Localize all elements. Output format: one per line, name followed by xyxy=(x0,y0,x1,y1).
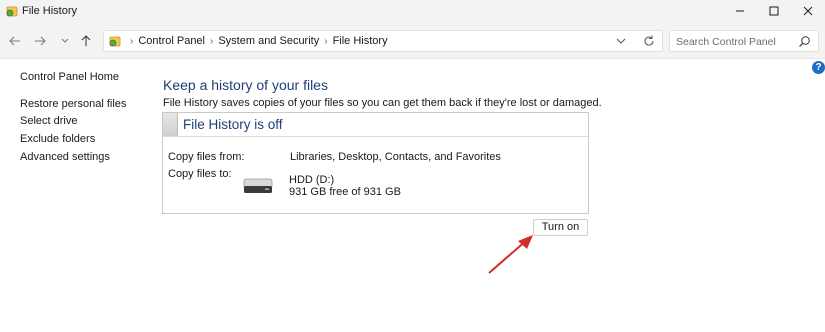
turn-on-button[interactable]: Turn on xyxy=(533,219,588,236)
refresh-icon[interactable] xyxy=(642,34,656,48)
drive-free-space: 931 GB free of 931 GB xyxy=(289,186,401,198)
up-arrow-icon xyxy=(81,35,91,46)
address-dropdown-icon[interactable] xyxy=(614,35,628,47)
address-bar[interactable]: › Control Panel › System and Security › … xyxy=(103,30,663,52)
breadcrumb-file-history[interactable]: File History xyxy=(333,35,388,47)
maximize-icon xyxy=(769,6,779,16)
forward-arrow-icon xyxy=(35,36,46,46)
forward-button[interactable] xyxy=(30,31,50,51)
minimize-button[interactable] xyxy=(723,0,757,22)
drive-name: HDD (D:) xyxy=(289,174,335,186)
close-icon xyxy=(803,6,813,16)
recent-chevron-icon xyxy=(61,38,69,43)
page-title: Keep a history of your files xyxy=(163,77,328,93)
back-button[interactable] xyxy=(5,31,25,51)
copy-to-label: Copy files to: xyxy=(168,168,232,180)
page-description: File History saves copies of your files … xyxy=(163,97,602,109)
red-annotation-arrow xyxy=(488,235,533,274)
search-placeholder: Search Control Panel xyxy=(676,36,776,48)
file-history-icon xyxy=(6,6,18,17)
sidebar-item-exclude-folders[interactable]: Exclude folders xyxy=(20,133,95,145)
copy-from-label: Copy files from: xyxy=(168,151,245,163)
file-history-panel: File History is off Copy files from: Lib… xyxy=(162,112,589,214)
status-heading: File History is off xyxy=(183,117,283,132)
breadcrumb-separator: › xyxy=(210,35,214,47)
minimize-icon xyxy=(736,10,744,12)
search-input[interactable]: Search Control Panel xyxy=(669,30,819,52)
breadcrumb-control-panel[interactable]: Control Panel xyxy=(138,35,205,47)
close-button[interactable] xyxy=(791,0,825,22)
navigation-bar: › Control Panel › System and Security › … xyxy=(0,22,825,59)
window-title: File History xyxy=(22,5,78,17)
panel-header-stripe xyxy=(163,113,178,136)
recent-locations-button[interactable] xyxy=(55,31,75,51)
search-icon[interactable] xyxy=(798,35,811,48)
breadcrumb-separator: › xyxy=(130,35,134,47)
title-bar: File History xyxy=(0,0,825,22)
control-panel-icon xyxy=(109,36,121,47)
back-arrow-icon xyxy=(9,36,20,46)
help-icon[interactable]: ? xyxy=(812,61,825,74)
maximize-button[interactable] xyxy=(757,0,791,22)
sidebar-item-restore-personal-files[interactable]: Restore personal files xyxy=(20,98,126,110)
sidebar-item-control-panel-home[interactable]: Control Panel Home xyxy=(20,71,119,83)
breadcrumb-separator: › xyxy=(324,35,328,47)
copy-from-value: Libraries, Desktop, Contacts, and Favori… xyxy=(290,151,501,163)
sidebar-item-select-drive[interactable]: Select drive xyxy=(20,115,77,127)
breadcrumb-system-and-security[interactable]: System and Security xyxy=(218,35,319,47)
up-button[interactable] xyxy=(76,31,96,51)
sidebar-item-advanced-settings[interactable]: Advanced settings xyxy=(20,151,110,163)
breadcrumb: › Control Panel › System and Security › … xyxy=(125,35,388,47)
panel-header: File History is off xyxy=(163,113,588,137)
hard-drive-icon xyxy=(243,178,273,193)
